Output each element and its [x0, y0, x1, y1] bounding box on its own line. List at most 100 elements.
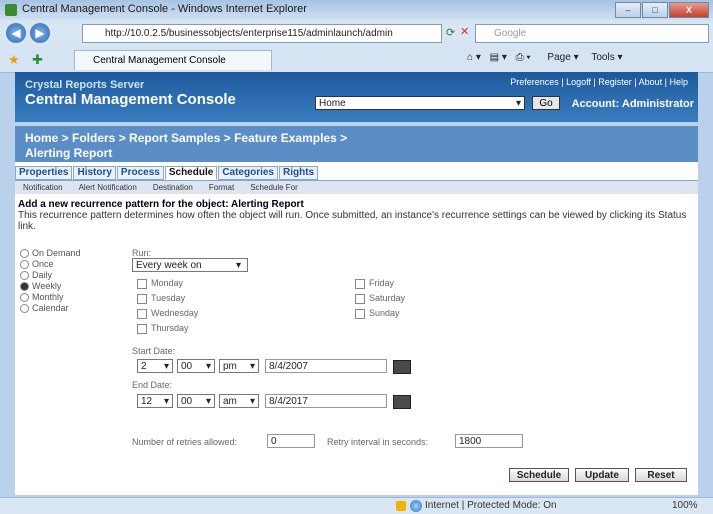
end-ampm-select[interactable]: am ▾: [219, 394, 259, 408]
chevron-down-icon: ▾: [205, 396, 211, 407]
run-select-value: Every week on: [136, 260, 202, 271]
window-title: Central Management Console - Windows Int…: [22, 3, 307, 15]
home-select-value: Home: [319, 98, 346, 109]
radio-dot-selected: [20, 282, 29, 292]
end-date-label: End Date:: [132, 380, 173, 390]
go-button[interactable]: Go: [532, 96, 560, 110]
tab-cmc[interactable]: Central Management Console: [74, 50, 272, 70]
feeds-icon[interactable]: ▤ ▾: [490, 52, 507, 63]
security-icon: [396, 501, 406, 511]
title-bar: Central Management Console - Windows Int…: [0, 0, 713, 20]
retries-input[interactable]: 0: [267, 434, 315, 448]
tab-history[interactable]: History: [73, 166, 116, 180]
start-hour-select[interactable]: 2 ▾: [137, 359, 173, 373]
main-content: Properties History Process Schedule Categori…: [15, 162, 698, 495]
tab-row: ★ ✚ Central Management Console ⌂ ▾ ▤ ▾ ⎙…: [0, 46, 713, 73]
browser-window: Central Management Console - Windows Int…: [0, 0, 713, 514]
search-placeholder: Google: [494, 28, 527, 39]
stop-icon[interactable]: ✕: [460, 25, 469, 38]
update-button[interactable]: Update: [575, 468, 629, 482]
start-minute-select[interactable]: 00 ▾: [177, 359, 215, 373]
add-favorites-icon[interactable]: ✚: [32, 52, 43, 68]
tab-properties[interactable]: Properties: [15, 166, 73, 180]
chevron-down-icon: ▾: [163, 361, 169, 372]
subtab-notification[interactable]: Notification: [15, 181, 71, 194]
maximize-button[interactable]: □: [642, 2, 668, 18]
minimize-button[interactable]: –: [615, 2, 641, 18]
chevron-down-icon: ▾: [249, 396, 255, 407]
chevron-down-icon: ▾: [235, 260, 241, 271]
radio-weekly[interactable]: Weekly: [20, 281, 81, 292]
schedule-button[interactable]: Schedule: [509, 468, 569, 482]
tab-label: Central Management Console: [93, 55, 226, 66]
start-ampm-select[interactable]: pm ▾: [219, 359, 259, 373]
refresh-icon[interactable]: ⟳: [446, 26, 455, 39]
checkbox-sunday[interactable]: Sunday: [355, 308, 400, 319]
checkbox-wednesday[interactable]: Wednesday: [137, 308, 198, 319]
end-minute-select[interactable]: 00 ▾: [177, 394, 215, 408]
header-links[interactable]: Preferences | Logoff | Register | About …: [510, 77, 688, 87]
radio-monthly[interactable]: Monthly: [20, 292, 81, 303]
chevron-down-icon: ▾: [163, 396, 169, 407]
home-select[interactable]: Home ▾: [315, 96, 525, 110]
ie-app-icon: [5, 4, 17, 16]
breadcrumb: Home > Folders > Report Samples > Featur…: [15, 126, 698, 162]
forward-icon[interactable]: ▶: [30, 23, 50, 43]
tab-rights[interactable]: Rights: [279, 166, 319, 180]
globe-icon: [410, 500, 422, 512]
back-icon[interactable]: ◀: [6, 23, 26, 43]
status-bar: Internet | Protected Mode: On 100%: [0, 497, 713, 514]
tab-categories[interactable]: Categories: [218, 166, 278, 180]
search-input[interactable]: Google: [475, 24, 709, 43]
zone-status: Internet | Protected Mode: On: [425, 500, 557, 511]
end-date-input[interactable]: 8/4/2017: [265, 394, 387, 408]
address-bar[interactable]: http://10.0.2.5/businessobjects/enterpri…: [82, 24, 442, 43]
checkbox-thursday[interactable]: Thursday: [137, 323, 189, 334]
command-bar: ⌂ ▾ ▤ ▾ ⎙ ▾ Page ▾ Tools ▾: [467, 52, 623, 63]
subtab-schedule-for[interactable]: Schedule For: [242, 181, 306, 194]
checkbox-saturday[interactable]: Saturday: [355, 293, 405, 304]
checkbox-monday[interactable]: Monday: [137, 278, 183, 289]
tab-schedule[interactable]: Schedule: [164, 166, 218, 180]
breadcrumb-path[interactable]: Home > Folders > Report Samples > Featur…: [25, 131, 347, 145]
radio-on-demand[interactable]: On Demand: [20, 248, 81, 259]
checkbox-tuesday[interactable]: Tuesday: [137, 293, 185, 304]
calendar-icon[interactable]: [393, 360, 411, 374]
retry-interval-label: Retry interval in seconds:: [327, 437, 429, 447]
chevron-down-icon: ▾: [205, 361, 211, 372]
page-menu[interactable]: Page: [547, 52, 570, 63]
checkbox-box: [137, 308, 147, 319]
address-row: ◀ ▶ http://10.0.2.5/businessobjects/ente…: [0, 20, 713, 46]
radio-dot: [20, 293, 29, 303]
checkbox-box: [355, 293, 365, 304]
tools-menu[interactable]: Tools: [591, 52, 614, 63]
close-button[interactable]: X: [669, 2, 709, 18]
end-hour-select[interactable]: 12 ▾: [137, 394, 173, 408]
tab-process[interactable]: Process: [116, 166, 164, 180]
checkbox-friday[interactable]: Friday: [355, 278, 394, 289]
radio-dot: [20, 304, 29, 314]
radio-daily[interactable]: Daily: [20, 270, 81, 281]
calendar-icon[interactable]: [393, 395, 411, 409]
start-date-input[interactable]: 8/4/2007: [265, 359, 387, 373]
subtab-format[interactable]: Format: [201, 181, 242, 194]
radio-dot: [20, 249, 29, 259]
chevron-down-icon: ▾: [249, 361, 255, 372]
run-select[interactable]: Every week on ▾: [132, 258, 248, 272]
subtab-alert-notification[interactable]: Alert Notification: [71, 181, 145, 194]
favorites-star-icon[interactable]: ★: [8, 52, 20, 68]
address-url: http://10.0.2.5/businessobjects/enterpri…: [105, 28, 393, 39]
radio-calendar[interactable]: Calendar: [20, 303, 81, 314]
retry-interval-input[interactable]: 1800: [455, 434, 523, 448]
cms-title: Central Management Console: [25, 91, 236, 108]
subtab-destination[interactable]: Destination: [145, 181, 201, 194]
print-icon[interactable]: ⎙ ▾: [516, 52, 531, 63]
section-description: This recurrence pattern determines how o…: [18, 210, 687, 232]
zoom-level[interactable]: 100%: [672, 500, 698, 511]
run-label: Run:: [132, 248, 152, 258]
checkbox-box: [355, 278, 365, 289]
checkbox-box: [137, 323, 147, 334]
home-icon[interactable]: ⌂ ▾: [467, 52, 481, 63]
radio-once[interactable]: Once: [20, 259, 81, 270]
reset-button[interactable]: Reset: [635, 468, 687, 482]
